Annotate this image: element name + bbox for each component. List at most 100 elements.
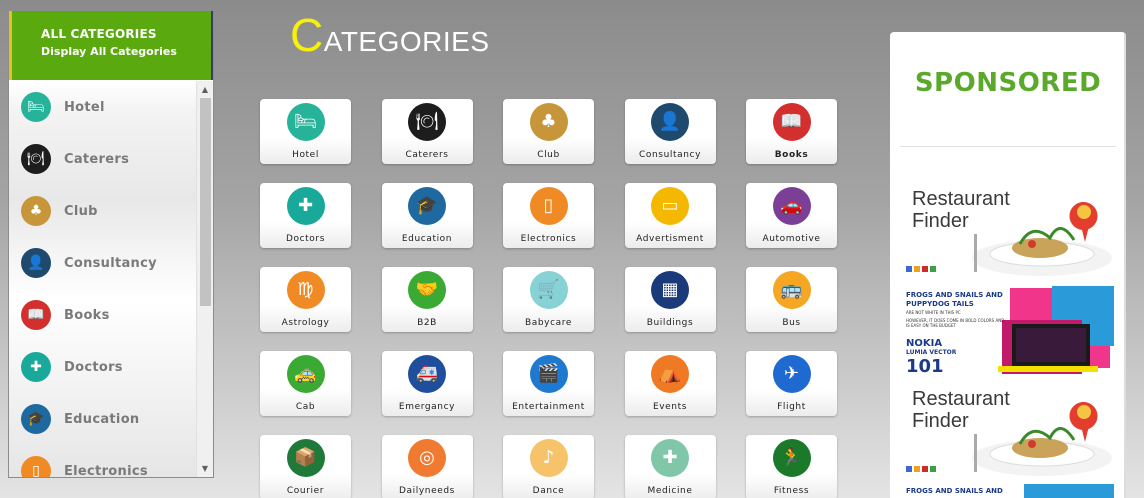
nokia-lumia-ad[interactable]: FROGS AND SNAILS AND PUPPYDOG TAILS ARE … [902, 286, 1114, 378]
scroll-thumb[interactable] [200, 98, 211, 306]
all-categories-title: ALL CATEGORIES [41, 27, 157, 41]
category-tile-b2b[interactable]: 🤝 B2B [381, 267, 473, 332]
all-categories-subtitle: Display All Categories [41, 45, 177, 58]
club-glyph: ♣ [540, 111, 557, 132]
sidebar-item-electronics[interactable]: ▯ Electronics [9, 445, 197, 477]
car-icon: 🚗 [772, 187, 811, 225]
page-title-initial: C [290, 9, 324, 61]
category-tile-flight[interactable]: ✈ Flight [746, 351, 837, 416]
category-tile-electronics[interactable]: ▯ Electronics [503, 183, 594, 248]
category-tile-events[interactable]: ⛺ Events [624, 351, 716, 416]
category-tile-buildings[interactable]: ▦ Buildings [624, 267, 716, 332]
category-label: Electronics [520, 234, 577, 244]
scroll-down-arrow[interactable]: ▼ [197, 460, 213, 477]
consultant-icon: 👤 [651, 103, 689, 141]
sidebar-item-label: Caterers [64, 151, 130, 167]
cloche-icon: 🍽 [21, 144, 51, 174]
sidebar-item-consultancy[interactable]: 👤 Consultancy [9, 237, 197, 289]
graduation-cap-icon: 🎓 [21, 404, 51, 434]
clapperboard-glyph: 🎬 [537, 363, 560, 384]
ad-image-strip [1024, 484, 1114, 498]
ad-headline: FROGS AND SNAILS AND [906, 487, 1003, 495]
category-label: Bus [782, 318, 801, 328]
category-tile-cab[interactable]: 🚕 Cab [260, 351, 351, 416]
category-tile-bus[interactable]: 🚌 Bus [746, 267, 837, 332]
first-aid-icon: ✚ [651, 439, 689, 477]
coins-glyph: ◎ [419, 447, 435, 468]
sidebar-item-club[interactable]: ♣ Club [9, 185, 197, 237]
sidebar-item-label: Consultancy [64, 255, 157, 271]
category-label: Medicine [647, 486, 693, 496]
category-tile-babycare[interactable]: 🛒 Babycare [503, 267, 594, 332]
cloche-glyph: 🍽 [415, 111, 439, 132]
category-tile-entertainment[interactable]: 🎬 Entertainment [503, 351, 594, 416]
category-tile-astrology[interactable]: ♍ Astrology [260, 267, 351, 332]
club-glyph: ♣ [29, 203, 43, 219]
category-tile-emergancy[interactable]: 🚑 Emergancy [381, 351, 473, 416]
sidebar-item-books[interactable]: 📖 Books [9, 289, 197, 341]
book-glyph: 📖 [27, 307, 45, 323]
category-tile-doctors[interactable]: ✚ Doctors [260, 183, 351, 248]
category-tile-club[interactable]: ♣ Club [503, 99, 594, 164]
category-tile-fitness[interactable]: 🏃 Fitness [746, 435, 837, 498]
graduation-cap-glyph: 🎓 [415, 195, 439, 216]
tent-icon: ⛺ [651, 355, 689, 393]
category-tile-automotive[interactable]: 🚗 Automotive [746, 183, 837, 248]
taxi-icon: 🚕 [286, 355, 325, 393]
sidebar-item-label: Books [64, 307, 110, 323]
nokia-lumia-ad-2[interactable]: FROGS AND SNAILS AND [902, 484, 1114, 498]
category-tile-caterers[interactable]: 🍽 Caterers [381, 99, 473, 164]
book-icon: 📖 [21, 300, 51, 330]
ad-number: 101 [906, 356, 944, 377]
sidebar-category-list: 🛏 Hotel 🍽 Caterers ♣ Club 👤 Consultancy 📖 Books ✚ D… [9, 81, 197, 477]
divider [900, 146, 1116, 147]
handshake-icon: 🤝 [408, 271, 446, 309]
medical-kit-glyph: ✚ [30, 359, 42, 375]
category-label: Hotel [292, 150, 319, 160]
scroll-up-arrow[interactable]: ▲ [197, 81, 213, 98]
category-tile-hotel[interactable]: 🛏 Hotel [260, 99, 351, 164]
category-tile-dance[interactable]: ♪ Dance [503, 435, 594, 498]
category-label: Education [401, 234, 453, 244]
category-tile-books[interactable]: 📖 Books [746, 99, 837, 164]
sidebar-item-label: Doctors [64, 359, 123, 375]
sidebar-item-hotel[interactable]: 🛏 Hotel [9, 81, 197, 133]
zodiac-icon: ♍ [286, 271, 325, 309]
category-sidebar: ALL CATEGORIES Display All Categories 🛏 H… [8, 10, 214, 478]
cart-icon: 🛒 [529, 271, 568, 309]
sidebar-item-doctors[interactable]: ✚ Doctors [9, 341, 197, 393]
monitor-glyph: ▭ [661, 195, 679, 216]
category-tile-education[interactable]: 🎓 Education [381, 183, 473, 248]
category-tile-advertisment[interactable]: ▭ Advertisment [624, 183, 716, 248]
all-categories-header[interactable]: ALL CATEGORIES Display All Categories [9, 11, 213, 80]
restaurant-finder-ad-2[interactable]: Restaurant Finder [902, 384, 1114, 482]
category-tile-consultancy[interactable]: 👤 Consultancy [624, 99, 716, 164]
category-label: Buildings [646, 318, 694, 328]
sponsored-scroll-edge [1124, 32, 1126, 498]
sidebar-item-caterers[interactable]: 🍽 Caterers [9, 133, 197, 185]
cart-glyph: 🛒 [537, 279, 560, 300]
bus-glyph: 🚌 [780, 279, 803, 300]
restaurant-finder-ad[interactable]: Restaurant Finder [902, 184, 1114, 282]
category-tile-medicine[interactable]: ✚ Medicine [624, 435, 716, 498]
sidebar-item-education[interactable]: 🎓 Education [9, 393, 197, 445]
category-tile-dailyneeds[interactable]: ◎ Dailyneeds [381, 435, 473, 498]
sidebar-scrollbar[interactable]: ▲ ▼ [196, 81, 213, 477]
phone-glyph: ▯ [543, 195, 554, 216]
cloche-icon: 🍽 [408, 103, 446, 141]
dancer-icon: ♪ [529, 439, 568, 477]
food-plate-illustration [906, 402, 1112, 476]
handshake-glyph: 🤝 [415, 279, 439, 300]
ad-brand: NOKIA [906, 338, 943, 349]
food-plate-illustration [906, 202, 1112, 276]
category-label: Dance [532, 486, 565, 496]
hotel-icon: 🛏 [286, 103, 325, 141]
coins-icon: ◎ [408, 439, 446, 477]
runner-glyph: 🏃 [780, 447, 803, 468]
page-title: CATEGORIES [290, 8, 490, 62]
category-tile-courier[interactable]: 📦 Courier [260, 435, 351, 498]
hotel-icon: 🛏 [21, 92, 51, 122]
ad-headline: FROGS AND SNAILS AND PUPPYDOG TAILS [906, 291, 1003, 308]
ambulance-icon: 🚑 [408, 355, 446, 393]
page-title-rest: ATEGORIES [323, 26, 490, 57]
